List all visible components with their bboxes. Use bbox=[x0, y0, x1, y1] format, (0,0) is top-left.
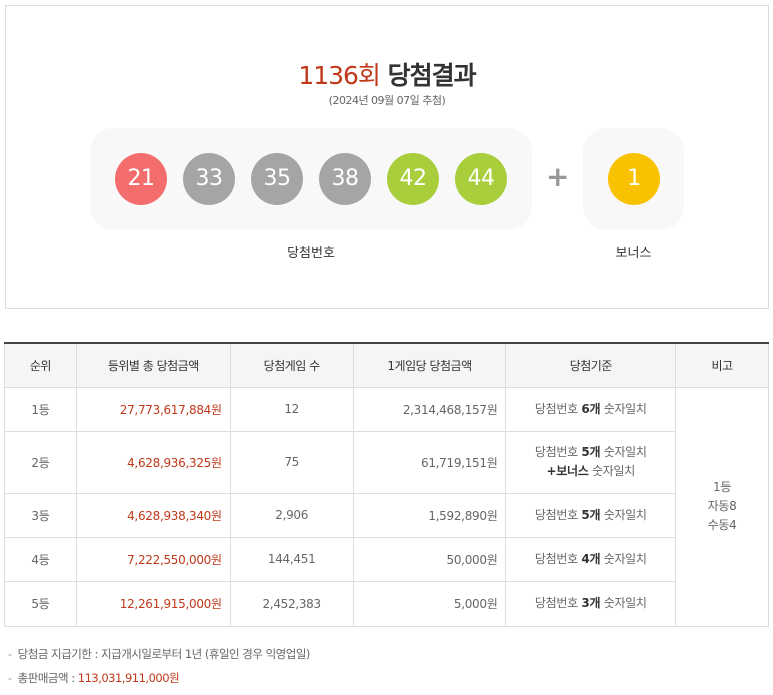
header-rank: 순위 bbox=[4, 343, 77, 388]
title-suffix: 당첨결과 bbox=[387, 61, 477, 90]
header-winner-count: 당첨게임 수 bbox=[229, 343, 354, 388]
total-prize-cell: 7,222,550,000원 bbox=[75, 536, 231, 582]
winning-ball-3: 35 bbox=[251, 153, 303, 205]
header-total-prize: 등위별 총 당첨금액 bbox=[75, 343, 231, 388]
prize-per-game-cell: 50,000원 bbox=[352, 536, 507, 582]
winning-ball-2: 33 bbox=[183, 153, 235, 205]
winning-ball-1: 21 bbox=[115, 153, 167, 205]
winning-ball-5: 42 bbox=[387, 153, 439, 205]
rank-cell: 3등 bbox=[4, 492, 77, 538]
table-row: 4등 7,222,550,000원 144,451 50,000원 당첨번호 4… bbox=[4, 536, 769, 582]
winner-count-cell: 12 bbox=[229, 386, 354, 432]
remarks-cell: 1등 자동8 수동4 bbox=[675, 386, 769, 627]
prize-per-game-cell: 5,000원 bbox=[352, 580, 507, 627]
table-header-row: 순위 등위별 총 당첨금액 당첨게임 수 1게임당 당첨금액 당첨기준 비고 bbox=[4, 343, 769, 388]
bonus-label: 보너스 bbox=[615, 246, 652, 261]
table-row: 3등 4,628,938,340원 2,906 1,592,890원 당첨번호 … bbox=[4, 492, 769, 538]
prize-per-game-cell: 1,592,890원 bbox=[352, 492, 507, 538]
criteria-cell: 당첨번호 6개 숫자일치 bbox=[505, 386, 677, 432]
rank-cell: 5등 bbox=[4, 580, 77, 627]
table-row: 5등 12,261,915,000원 2,452,383 5,000원 당첨번호… bbox=[4, 580, 769, 627]
header-prize-per-game: 1게임당 당첨금액 bbox=[352, 343, 507, 388]
winner-count-cell: 2,906 bbox=[229, 492, 354, 538]
prize-per-game-cell: 2,314,468,157원 bbox=[352, 386, 507, 432]
rank-cell: 4등 bbox=[4, 536, 77, 582]
rank-cell: 2등 bbox=[4, 430, 77, 494]
winning-ball-6: 44 bbox=[455, 153, 507, 205]
rank-cell: 1등 bbox=[4, 386, 77, 432]
footnotes: - 당첨금 지급기한 : 지급개시일로부터 1년 (휴일인 경우 익영업일) -총… bbox=[8, 646, 310, 694]
prize-per-game-cell: 61,719,151원 bbox=[352, 430, 507, 494]
page-title: 1136회 당첨결과 bbox=[6, 56, 768, 92]
total-prize-cell: 4,628,938,340원 bbox=[75, 492, 231, 538]
plus-icon: + bbox=[546, 160, 570, 193]
bonus-number-panel: 1 bbox=[583, 128, 684, 230]
criteria-cell: 당첨번호 3개 숫자일치 bbox=[505, 580, 677, 627]
prize-table: 순위 등위별 총 당첨금액 당첨게임 수 1게임당 당첨금액 당첨기준 비고 1… bbox=[4, 342, 769, 627]
payment-deadline-note: - 당첨금 지급기한 : 지급개시일로부터 1년 (휴일인 경우 익영업일) bbox=[8, 647, 310, 661]
table-row: 1등 27,773,617,884원 12 2,314,468,157원 당첨번… bbox=[4, 386, 769, 627]
criteria-cell: 당첨번호 4개 숫자일치 bbox=[505, 536, 677, 582]
winner-count-cell: 144,451 bbox=[229, 536, 354, 582]
total-prize-cell: 12,261,915,000원 bbox=[75, 580, 231, 627]
round-number: 1136회 bbox=[298, 61, 381, 90]
winning-numbers-label: 당첨번호 bbox=[287, 246, 335, 261]
total-sales-note: - 총판매금액 : 113,031,911,000원 bbox=[8, 671, 180, 685]
criteria-cell: 당첨번호 5개 숫자일치 +보너스 숫자일치 bbox=[505, 430, 677, 494]
winning-ball-4: 38 bbox=[319, 153, 371, 205]
header-remarks: 비고 bbox=[675, 343, 769, 388]
draw-result-panel: 1136회 당첨결과 (2024년 09월 07일 추첨) 21 33 35 3… bbox=[5, 5, 769, 309]
total-sales-value: 113,031,911,000원 bbox=[77, 671, 180, 685]
total-prize-cell: 27,773,617,884원 bbox=[75, 386, 231, 432]
total-prize-cell: 4,628,936,325원 bbox=[75, 430, 231, 494]
criteria-cell: 당첨번호 5개 숫자일치 bbox=[505, 492, 677, 538]
draw-date: (2024년 09월 07일 추첨) bbox=[328, 94, 446, 107]
winner-count-cell: 75 bbox=[229, 430, 354, 494]
table-row: 2등 4,628,936,325원 75 61,719,151원 당첨번호 5개… bbox=[4, 430, 769, 494]
winner-count-cell: 2,452,383 bbox=[229, 580, 354, 627]
header-criteria: 당첨기준 bbox=[505, 343, 677, 388]
bonus-ball: 1 bbox=[608, 153, 660, 205]
winning-numbers-panel: 21 33 35 38 42 44 bbox=[90, 128, 532, 230]
